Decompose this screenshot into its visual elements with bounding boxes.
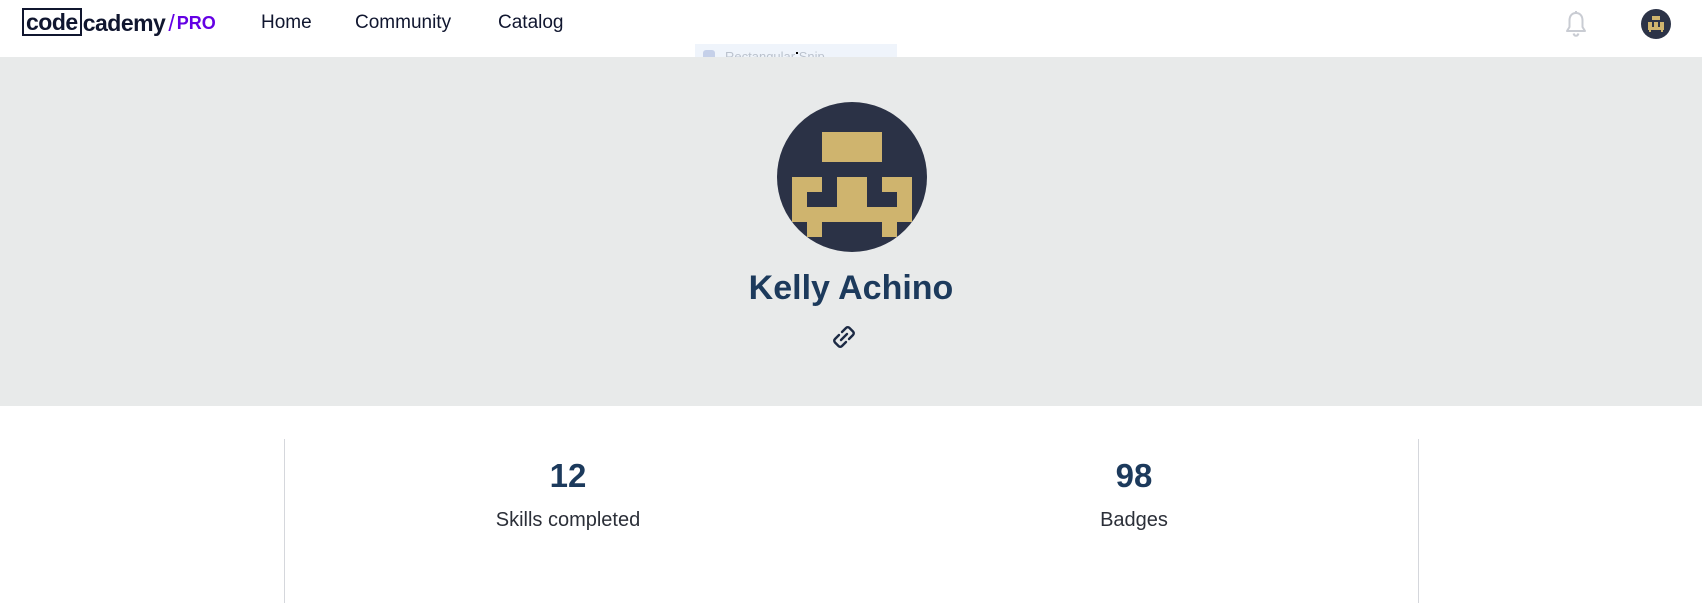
badges-label: Badges	[1100, 509, 1168, 531]
profile-name: Kelly Achino	[748, 269, 954, 307]
codecademy-pro-logo[interactable]: code cademy / PRO	[22, 6, 216, 36]
stats-divider-left	[284, 439, 285, 603]
logo-cademy-text: cademy	[82, 10, 166, 36]
skills-completed-stat: 12 Skills completed	[418, 456, 718, 532]
logo-pro-text: PRO	[176, 13, 216, 33]
profile-avatar	[777, 102, 927, 252]
badges-count: 98	[1115, 457, 1153, 494]
profile-stats: 12 Skills completed 98 Badges	[0, 406, 1702, 603]
mouse-cursor	[796, 52, 798, 54]
logo-code-box: code	[22, 8, 82, 36]
nav-home-link[interactable]: Home	[261, 12, 312, 34]
profile-link-icon[interactable]	[832, 325, 856, 349]
stats-divider-right	[1418, 439, 1419, 603]
skills-completed-label: Skills completed	[495, 509, 641, 531]
bell-icon[interactable]	[1563, 10, 1589, 38]
badges-stat: 98 Badges	[984, 456, 1284, 532]
logo-slash: /	[168, 10, 175, 36]
nav-community-link[interactable]: Community	[355, 12, 451, 34]
profile-hero: Kelly Achino	[0, 57, 1702, 406]
user-avatar-icon[interactable]	[1641, 9, 1671, 39]
skills-completed-count: 12	[549, 457, 587, 494]
nav-catalog-link[interactable]: Catalog	[498, 12, 564, 34]
